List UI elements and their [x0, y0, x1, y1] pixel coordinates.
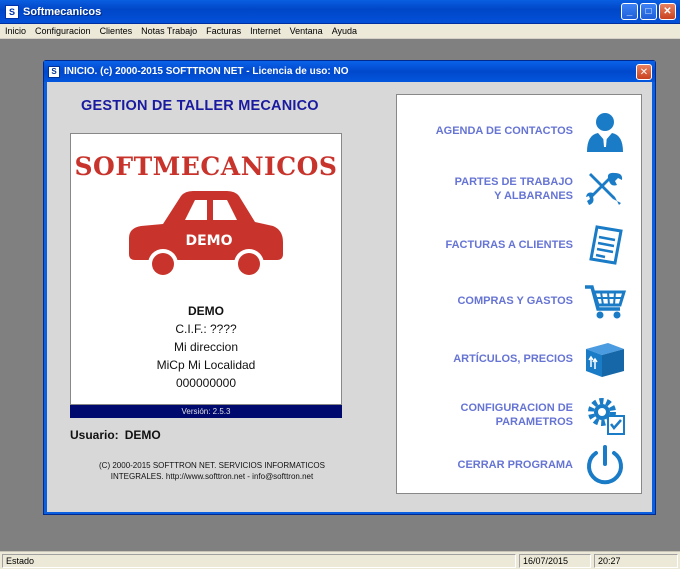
version-bar: Versión: 2.5.3: [70, 405, 342, 418]
page-heading: GESTION DE TALLER MECANICO: [81, 98, 319, 114]
car-logo-icon: DEMO: [129, 191, 283, 279]
action-label: COMPRAS Y GASTOS: [457, 295, 573, 307]
maximize-button[interactable]: □: [640, 3, 657, 20]
dialog-icon: S: [48, 65, 60, 78]
action-articulos-precios[interactable]: ARTÍCULOS, PRECIOS: [397, 335, 641, 383]
company-name: DEMO: [188, 304, 224, 318]
company-address: Mi direccion: [173, 340, 239, 354]
shopping-cart-icon[interactable]: [583, 279, 627, 323]
action-cerrar-programa[interactable]: CERRAR PROGRAMA: [397, 441, 641, 489]
window-controls: _ □ ✕: [621, 3, 676, 20]
inicio-dialog: S INICIO. (c) 2000-2015 SOFTTRON NET - L…: [43, 60, 656, 515]
app-icon[interactable]: S: [5, 4, 19, 19]
box-package-icon[interactable]: [583, 337, 627, 381]
tools-wrench-screwdriver-icon[interactable]: [583, 167, 627, 211]
status-time: 20:27: [594, 554, 678, 568]
menu-ventana[interactable]: Ventana: [285, 26, 327, 36]
copyright-line-2: INTEGRALES. http://www.softtron.net - in…: [110, 472, 314, 481]
company-phone: 000000000: [175, 376, 237, 390]
action-label: CONFIGURACION DE PARAMETROS: [460, 402, 573, 428]
car-label: DEMO: [185, 233, 232, 249]
company-cif: C.I.F.: ????: [175, 322, 237, 336]
menu-bar: Inicio Configuracion Clientes Notas Trab…: [0, 24, 680, 39]
action-facturas-clientes[interactable]: FACTURAS A CLIENTES: [397, 221, 641, 269]
power-icon[interactable]: [583, 443, 627, 487]
menu-clientes[interactable]: Clientes: [95, 26, 137, 36]
company-card: SOFTMECANICOS DEMO DEMO C.I.F.: ???? Mi …: [70, 133, 342, 405]
logo-text: SOFTMECANICOS: [74, 152, 338, 181]
menu-notas-trabajo[interactable]: Notas Trabajo: [136, 26, 201, 36]
user-info: Usuario: DEMO: [70, 428, 161, 442]
dialog-titlebar: S INICIO. (c) 2000-2015 SOFTTRON NET - L…: [44, 61, 655, 82]
menu-configuracion[interactable]: Configuracion: [30, 26, 95, 36]
action-label: AGENDA DE CONTACTOS: [435, 125, 573, 137]
company-locality: MiCp Mi Localidad: [156, 358, 256, 372]
close-button[interactable]: ✕: [659, 3, 676, 20]
actions-panel: AGENDA DE CONTACTOS PARTES DE TRABAJO Y A…: [396, 94, 642, 494]
app-titlebar: S Softmecanicos _ □ ✕: [0, 0, 680, 24]
gear-checklist-icon[interactable]: [583, 393, 627, 437]
user-label: Usuario:: [70, 428, 119, 442]
action-compras-gastos[interactable]: COMPRAS Y GASTOS: [397, 277, 641, 325]
action-partes-trabajo[interactable]: PARTES DE TRABAJO Y ALBARANES: [397, 165, 641, 213]
menu-inicio[interactable]: Inicio: [0, 26, 30, 36]
dialog-close-button[interactable]: ✕: [636, 64, 652, 80]
dialog-body: GESTION DE TALLER MECANICO SOFTMECANICOS…: [47, 82, 652, 512]
dialog-title: INICIO. (c) 2000-2015 SOFTTRON NET - Lic…: [64, 66, 349, 77]
action-agenda-contactos[interactable]: AGENDA DE CONTACTOS: [397, 107, 641, 155]
action-label: PARTES DE TRABAJO Y ALBARANES: [454, 176, 573, 202]
status-text: Estado: [2, 554, 516, 568]
app-title: Softmecanicos: [23, 5, 102, 18]
menu-internet[interactable]: Internet: [245, 26, 285, 36]
action-label: FACTURAS A CLIENTES: [445, 239, 573, 251]
invoice-document-icon[interactable]: [583, 223, 627, 267]
action-label: CERRAR PROGRAMA: [457, 459, 574, 471]
action-label: ARTÍCULOS, PRECIOS: [453, 353, 573, 365]
status-date: 16/07/2015: [519, 554, 591, 568]
menu-facturas[interactable]: Facturas: [201, 26, 245, 36]
copyright-text: (C) 2000-2015 SOFTTRON NET. SERVICIOS IN…: [87, 460, 337, 482]
contact-person-icon[interactable]: [583, 109, 627, 153]
status-bar: Estado 16/07/2015 20:27: [0, 551, 680, 569]
menu-ayuda[interactable]: Ayuda: [327, 26, 361, 36]
action-configuracion-parametros[interactable]: CONFIGURACION DE PARAMETROS: [397, 391, 641, 439]
user-value: DEMO: [124, 428, 161, 442]
minimize-button[interactable]: _: [621, 3, 638, 20]
copyright-line-1: (C) 2000-2015 SOFTTRON NET. SERVICIOS IN…: [99, 461, 325, 470]
